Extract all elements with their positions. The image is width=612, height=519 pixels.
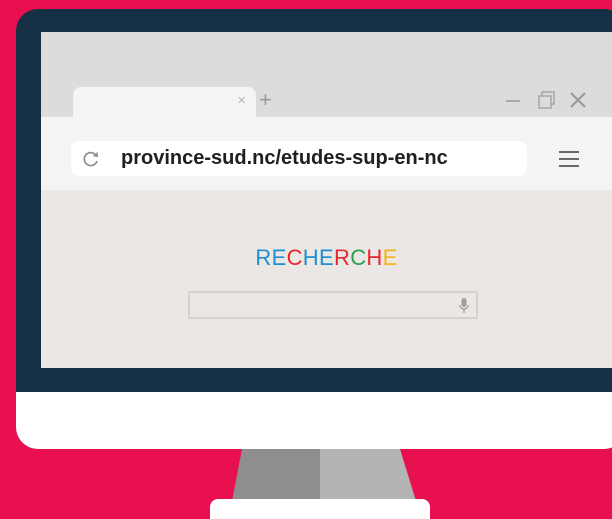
monitor-chin: [16, 392, 612, 449]
search-input[interactable]: [188, 291, 478, 319]
menu-icon[interactable]: [559, 151, 579, 167]
close-icon[interactable]: [566, 88, 590, 112]
monitor-stand: [232, 449, 416, 501]
search-title-letter: H: [366, 245, 383, 270]
new-tab-icon[interactable]: +: [259, 89, 272, 111]
search-title-letter: C: [286, 245, 303, 270]
search-title-letter: E: [382, 245, 398, 270]
minimize-icon[interactable]: [506, 100, 520, 102]
search-title-letter: R: [333, 245, 351, 270]
browser-toolbar: province-sud.nc/etudes-sup-en-nc: [41, 117, 612, 190]
window-controls: [506, 88, 598, 114]
browser-tab[interactable]: ×: [73, 87, 256, 117]
url-text[interactable]: province-sud.nc/etudes-sup-en-nc: [121, 141, 448, 176]
monitor-base: [210, 499, 430, 519]
tab-close-icon[interactable]: ×: [237, 91, 246, 111]
search-title-letter: E: [319, 245, 334, 270]
search-title-letter: C: [350, 245, 367, 270]
browser-titlebar: × +: [41, 32, 612, 117]
microphone-icon[interactable]: [458, 297, 470, 314]
browser-window: × + province-sud.nc/etudes-sup-en-nc REC…: [41, 32, 612, 368]
search-title: RECHERCHE: [41, 245, 612, 271]
search-title-letter: H: [302, 245, 319, 270]
reload-icon[interactable]: [81, 149, 101, 169]
address-bar[interactable]: province-sud.nc/etudes-sup-en-nc: [71, 141, 527, 176]
search-title-letter: R: [255, 245, 272, 270]
monitor: × + province-sud.nc/etudes-sup-en-nc REC…: [16, 9, 612, 449]
restore-icon[interactable]: [538, 91, 556, 109]
search-title-letter: E: [271, 245, 287, 270]
